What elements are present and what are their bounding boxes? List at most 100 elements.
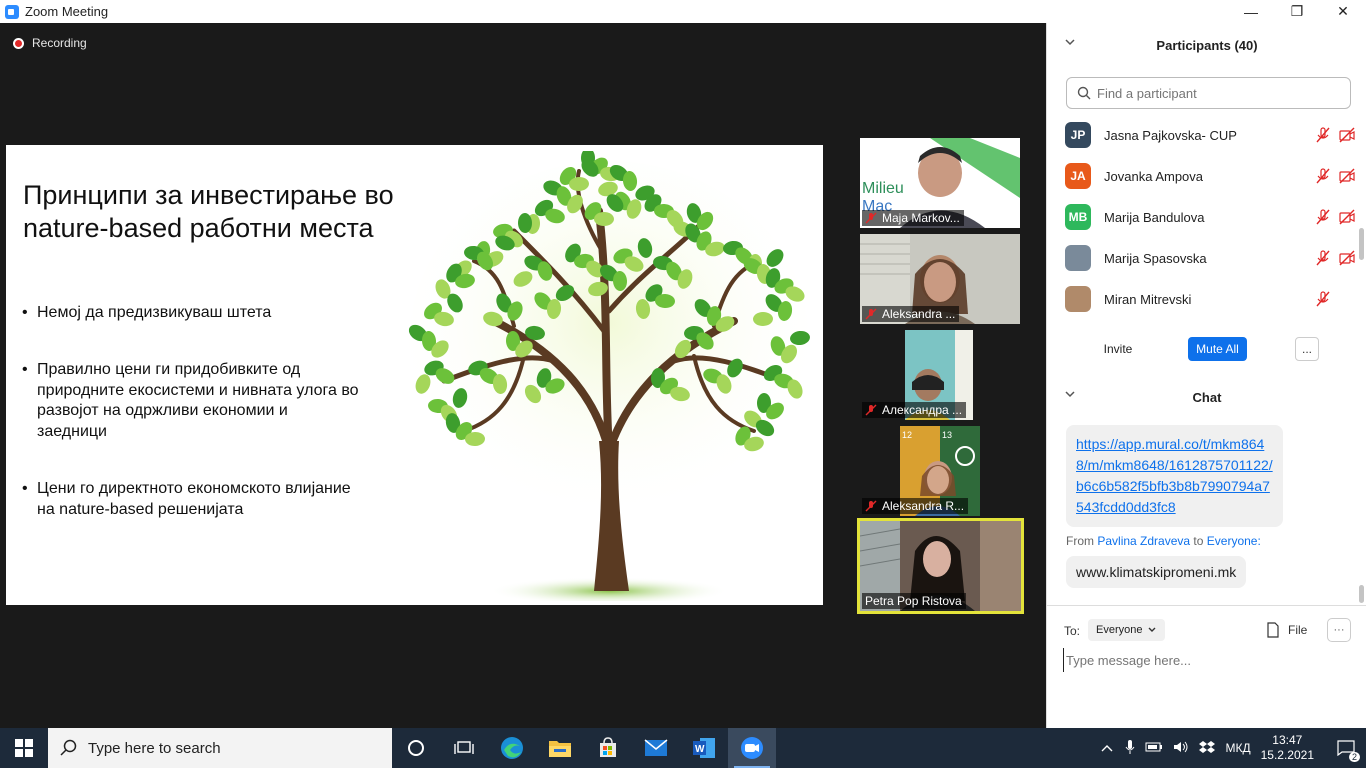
svg-text:W: W — [695, 744, 705, 755]
cortana-icon[interactable] — [392, 728, 440, 768]
slide-bullet: • Правилно цени ги придобивките од природ… — [22, 360, 362, 442]
chat-compose-area: To: Everyone File ··· — [1047, 605, 1366, 728]
chat-more-button[interactable]: ··· — [1327, 618, 1351, 642]
mic-muted-icon — [865, 404, 877, 416]
participant-name: Marija Bandulova — [1104, 209, 1205, 225]
window-title: Zoom Meeting — [25, 4, 109, 19]
clock[interactable]: 13:47 15.2.2021 — [1261, 733, 1314, 763]
slide-bullet-text: Правилно цени ги придобивките од природн… — [37, 361, 359, 440]
video-tile[interactable]: 12 13 Aleksandra R... — [860, 426, 1020, 516]
participants-more-button[interactable]: ... — [1295, 337, 1319, 361]
mute-all-button[interactable]: Mute All — [1188, 337, 1247, 361]
chat-scrollbar[interactable] — [1359, 585, 1364, 603]
participant-row[interactable]: Marija Spasovska — [1065, 243, 1355, 273]
svg-text:Milieu: Milieu — [862, 180, 904, 197]
video-tile[interactable]: Александра ... — [860, 330, 1020, 420]
mic-muted-icon — [1316, 168, 1330, 184]
invite-button[interactable]: Invite — [1092, 337, 1144, 361]
chevron-down-icon — [1148, 627, 1156, 632]
zoom-icon[interactable] — [728, 728, 776, 768]
word-icon[interactable]: W — [680, 728, 728, 768]
clock-date: 15.2.2021 — [1260, 748, 1314, 762]
avatar — [1065, 245, 1091, 271]
file-explorer-icon[interactable] — [536, 728, 584, 768]
mic-muted-icon — [1316, 127, 1330, 143]
slide-title: Принципи за инвестирање во nature-based … — [23, 180, 394, 243]
dropbox-icon[interactable] — [1199, 740, 1216, 757]
video-off-icon — [1339, 168, 1355, 184]
participant-name: Miran Mitrevski — [1104, 291, 1192, 307]
video-tile[interactable]: Milieu Mac Maja Markov... — [860, 138, 1020, 228]
notifications-button[interactable]: 2 — [1326, 728, 1366, 768]
chat-message-input[interactable] — [1063, 648, 1353, 672]
microphone-icon[interactable] — [1125, 739, 1135, 758]
mic-muted-icon — [1316, 209, 1330, 225]
participant-name-tag: Aleksandra R... — [862, 498, 969, 514]
avatar: MB — [1065, 204, 1091, 230]
participant-list-scrollbar[interactable] — [1359, 228, 1364, 260]
from-prefix: From — [1066, 534, 1094, 548]
chat-message: www.klimatskipromeni.mk — [1066, 556, 1247, 588]
side-panel: Participants (40) JP Jasna Pajkovska- CUP… — [1046, 23, 1366, 728]
participant-row[interactable]: Miran Mitrevski — [1065, 284, 1355, 314]
edge-icon[interactable] — [488, 728, 536, 768]
tree-illustration — [408, 151, 810, 601]
avatar: JP — [1065, 122, 1091, 148]
recording-indicator[interactable]: Recording — [13, 36, 87, 50]
mic-muted-icon — [1316, 250, 1330, 266]
chat-message-link[interactable]: https://app.mural.co/t/mkm8648/m/mkm8648… — [1066, 425, 1283, 527]
chevron-up-icon[interactable] — [1101, 741, 1113, 755]
start-button[interactable] — [0, 728, 48, 768]
chat-title: Chat — [1192, 389, 1222, 405]
system-tray: МКД 13:47 15.2.2021 2 — [1101, 728, 1366, 768]
participant-row[interactable]: JP Jasna Pajkovska- CUP — [1065, 120, 1355, 150]
chat-recipient-name: Everyone: — [1206, 534, 1261, 548]
slide-bullet: • Немој да предизвикуваш штета — [22, 303, 362, 324]
chat-sender-name[interactable]: Pavlina Zdraveva — [1097, 534, 1190, 548]
maximize-button[interactable]: ❐ — [1274, 0, 1320, 23]
participant-name: Jasna Pajkovska- CUP — [1104, 127, 1237, 143]
recording-icon — [13, 37, 24, 49]
minimize-button[interactable]: — — [1228, 0, 1274, 23]
chevron-down-icon[interactable] — [1065, 389, 1075, 399]
battery-icon[interactable] — [1145, 741, 1163, 756]
chevron-down-icon[interactable] — [1065, 37, 1075, 47]
store-icon[interactable] — [584, 728, 632, 768]
svg-text:13: 13 — [942, 430, 952, 440]
to-label: To: — [1064, 624, 1081, 638]
shared-screen-slide: Принципи за инвестирање во nature-based … — [6, 145, 823, 605]
notification-count: 2 — [1348, 752, 1360, 762]
participant-row[interactable]: JA Jovanka Ampova — [1065, 161, 1355, 191]
windows-icon — [15, 739, 33, 757]
taskbar-search-placeholder: Type here to search — [88, 739, 221, 757]
participant-search-input[interactable] — [1097, 85, 1337, 101]
meeting-area: Recording Принципи за инвестирање во nat… — [0, 23, 1046, 728]
language-indicator[interactable]: МКД — [1225, 741, 1250, 755]
task-view-icon[interactable] — [440, 728, 488, 768]
close-button[interactable]: ✕ — [1320, 0, 1366, 23]
recording-label: Recording — [32, 36, 87, 50]
file-label: File — [1288, 623, 1308, 637]
avatar — [1065, 286, 1091, 312]
zoom-app-icon — [5, 4, 19, 19]
active-speaker-video-tile[interactable]: Petra Pop Ristova — [857, 518, 1024, 614]
taskbar-search[interactable]: Type here to search — [48, 728, 392, 768]
participant-name: Marija Spasovska — [1104, 250, 1207, 266]
participant-search[interactable] — [1066, 77, 1351, 109]
file-button[interactable]: File — [1266, 619, 1307, 641]
recipient-dropdown[interactable]: Everyone — [1088, 619, 1166, 641]
window-title-bar: Zoom Meeting — ❐ ✕ — [0, 0, 1366, 23]
participant-name-tag: Petra Pop Ristova — [862, 593, 966, 609]
recipient-value: Everyone — [1096, 624, 1143, 636]
volume-icon[interactable] — [1173, 740, 1189, 757]
video-tile[interactable]: Aleksandra ... — [860, 234, 1020, 324]
video-off-icon — [1339, 250, 1355, 266]
svg-text:12: 12 — [902, 430, 912, 440]
mail-icon[interactable] — [632, 728, 680, 768]
participant-name-tag: Александра ... — [862, 402, 967, 418]
slide-bullet: • Цени го директното економското влијание… — [22, 479, 362, 520]
participant-row[interactable]: MB Marija Bandulova — [1065, 202, 1355, 232]
slide-bullet-text: Немој да предизвикуваш штета — [37, 304, 272, 321]
chat-header: Chat — [1047, 385, 1366, 409]
mic-muted-icon — [865, 212, 877, 224]
